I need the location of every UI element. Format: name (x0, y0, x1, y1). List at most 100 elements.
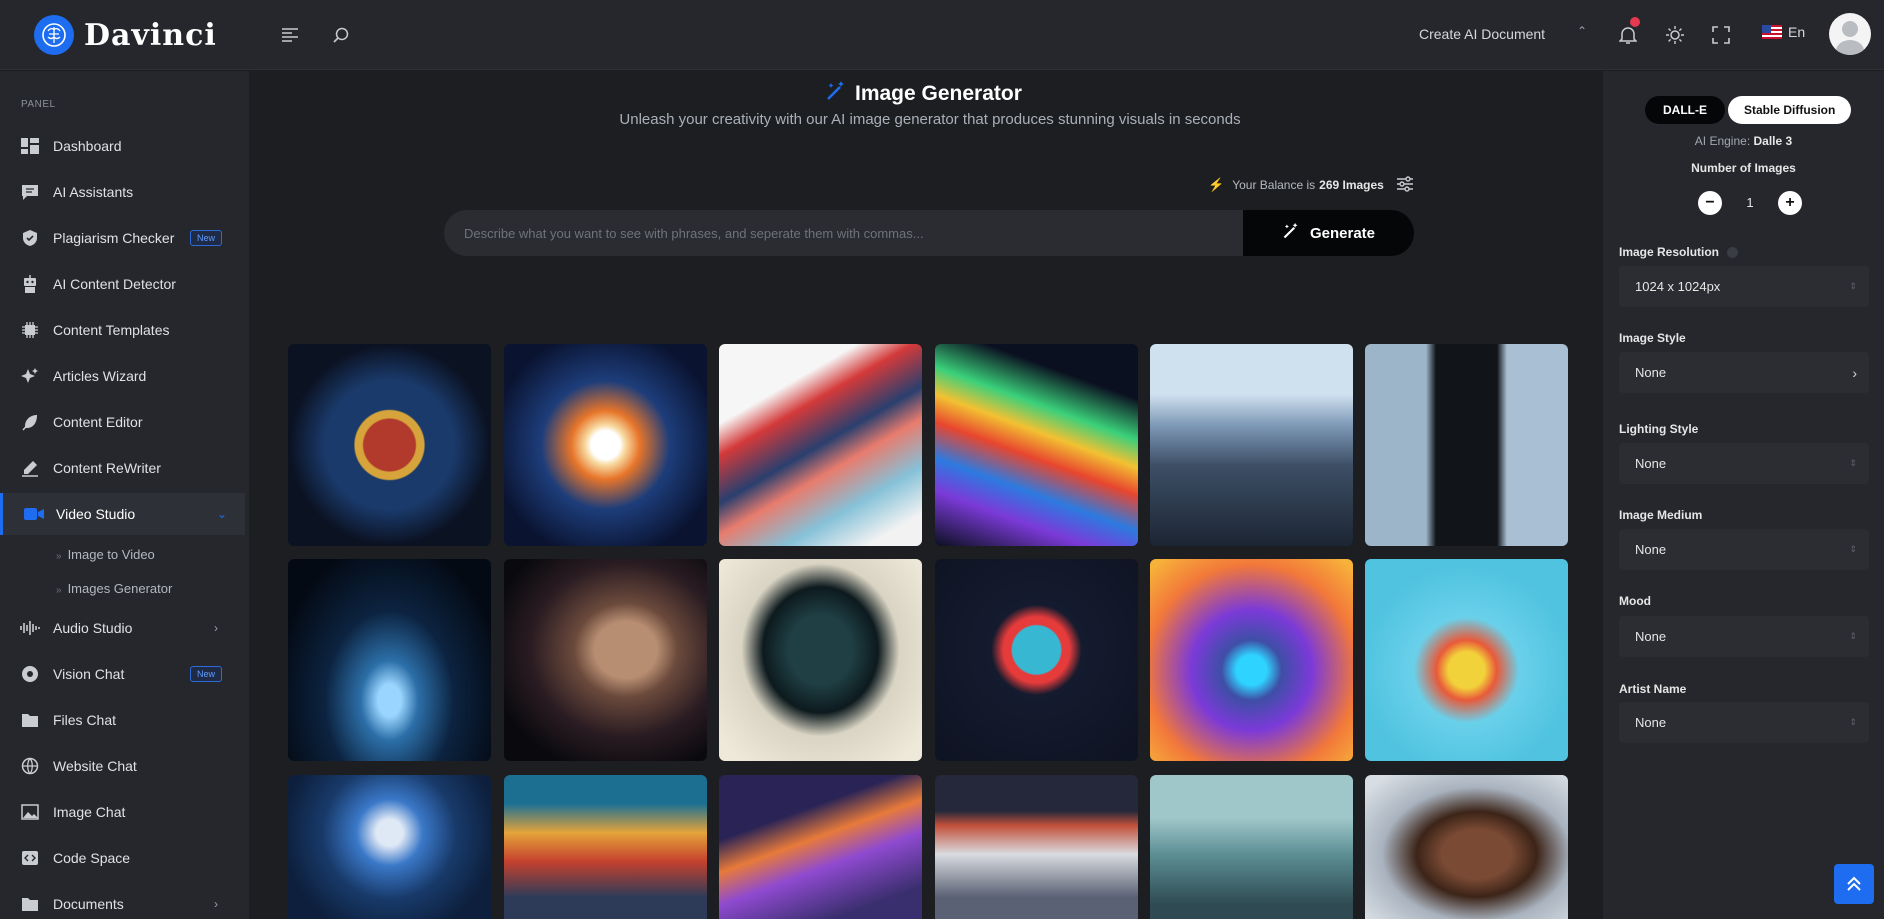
bell-icon[interactable] (1617, 24, 1639, 46)
magic-wand-icon (825, 80, 847, 107)
select-caret-icon: ⇕ (1849, 544, 1857, 554)
gallery-image[interactable] (935, 344, 1138, 546)
image-style-label: Image Style (1619, 331, 1686, 345)
gallery-image[interactable] (719, 559, 922, 761)
sidebar-item-label: Video Studio (56, 506, 136, 522)
gallery-image[interactable] (935, 559, 1138, 761)
sidebar-item-vision-chat[interactable]: Vision Chat New (0, 653, 245, 695)
gallery-image[interactable] (288, 775, 491, 919)
sidebar-item-label: Content Editor (53, 414, 143, 430)
generate-button[interactable]: Generate (1243, 210, 1414, 256)
sidebar-item-label: Files Chat (53, 712, 117, 728)
gallery-image[interactable] (1150, 775, 1353, 919)
sidebar-item-label: Vision Chat (53, 666, 125, 682)
menu-toggle-icon[interactable] (279, 24, 301, 46)
sidebar-item-label: Website Chat (53, 758, 137, 774)
prompt-input[interactable] (464, 210, 1224, 256)
image-medium-label: Image Medium (1619, 508, 1703, 522)
audio-icon (20, 618, 40, 638)
sidebar-item-content-rewriter[interactable]: Content ReWriter (0, 447, 245, 489)
language-selector[interactable]: En (1762, 24, 1805, 40)
sidebar-item-audio-studio[interactable]: Audio Studio › (0, 607, 245, 649)
sidebar-item-articles-wizard[interactable]: Articles Wizard (0, 355, 245, 397)
chevron-up-icon[interactable]: ⌃ (1577, 24, 1587, 38)
create-ai-document-link[interactable]: Create AI Document (1419, 26, 1545, 42)
mood-label: Mood (1619, 594, 1651, 608)
code-icon (20, 848, 40, 868)
gallery-image[interactable] (1365, 775, 1568, 919)
page-subtitle: Unleash your creativity with our AI imag… (619, 111, 1241, 128)
chevron-right-icon: › (214, 621, 218, 635)
increment-button[interactable]: + (1778, 191, 1802, 215)
sidebar-item-ai-content-detector[interactable]: AI Content Detector (0, 263, 245, 305)
balance-value: 269 Images (1319, 178, 1384, 192)
sidebar-subitem-image-to-video[interactable]: » Image to Video (56, 547, 155, 562)
user-avatar[interactable] (1829, 13, 1871, 55)
ai-engine-info: AI Engine: Dalle 3 (1694, 134, 1793, 148)
artist-name-select[interactable]: None ⇕ (1619, 702, 1869, 743)
page-title: Image Generator (855, 81, 1022, 105)
engine-toggle: DALL-E Stable Diffusion (1645, 96, 1852, 124)
image-style-select[interactable]: None › (1619, 352, 1869, 393)
gallery-image[interactable] (504, 559, 707, 761)
sidebar-item-image-chat[interactable]: Image Chat (0, 791, 245, 833)
top-header: Davinci Create AI Document ⌃ En (0, 0, 1884, 70)
gallery-image[interactable] (719, 775, 922, 919)
sidebar: PANEL Dashboard AI Assistants Plagiarism… (0, 71, 249, 919)
sidebar-item-label: AI Content Detector (53, 276, 176, 292)
gallery-image[interactable] (1150, 344, 1353, 546)
us-flag-icon (1762, 25, 1782, 39)
tab-dall-e[interactable]: DALL-E (1645, 96, 1725, 124)
select-caret-icon: ⇕ (1849, 717, 1857, 727)
notification-dot (1630, 17, 1640, 27)
chat-icon (20, 182, 40, 202)
info-icon[interactable] (1727, 247, 1739, 259)
search-icon[interactable] (330, 24, 352, 46)
sidebar-item-ai-assistants[interactable]: AI Assistants (0, 171, 245, 213)
sliders-icon[interactable] (1396, 175, 1414, 193)
gallery-image[interactable] (719, 344, 922, 546)
gallery-image[interactable] (1365, 559, 1568, 761)
gallery-image[interactable] (1150, 559, 1353, 761)
chevron-down-icon: ⌄ (217, 507, 228, 521)
sidebar-subitem-images-generator[interactable]: » Images Generator (56, 581, 172, 596)
scroll-to-top-button[interactable] (1834, 864, 1874, 904)
sidebar-item-content-templates[interactable]: Content Templates (0, 309, 245, 351)
gallery-image[interactable] (935, 775, 1138, 919)
sidebar-item-files-chat[interactable]: Files Chat (0, 699, 245, 741)
gallery-image[interactable] (504, 775, 707, 919)
folder-icon (20, 710, 40, 730)
sidebar-item-dashboard[interactable]: Dashboard (0, 125, 245, 167)
number-of-images-label: Number of Images (1691, 161, 1796, 175)
sidebar-item-label: Plagiarism Checker (53, 230, 175, 246)
sidebar-item-label: Audio Studio (53, 620, 133, 636)
fullscreen-icon[interactable] (1710, 24, 1732, 46)
sidebar-item-label: Content ReWriter (53, 460, 161, 476)
sidebar-item-label: Documents (53, 896, 124, 912)
sidebar-item-plagiarism-checker[interactable]: Plagiarism Checker New (0, 217, 245, 259)
artist-name-label: Artist Name (1619, 682, 1687, 696)
image-medium-select[interactable]: None ⇕ (1619, 529, 1869, 570)
app-logo[interactable]: Davinci (34, 15, 217, 55)
sidebar-item-video-studio[interactable]: Video Studio ⌄ (0, 493, 245, 535)
number-of-images-value[interactable]: 1 (1740, 195, 1760, 210)
video-icon (24, 504, 44, 524)
gallery-image[interactable] (1365, 344, 1568, 546)
sidebar-item-documents[interactable]: Documents › (0, 883, 245, 919)
sidebar-item-label: Content Templates (53, 322, 170, 338)
mood-select[interactable]: None ⇕ (1619, 616, 1869, 657)
sidebar-item-code-space[interactable]: Code Space (0, 837, 245, 879)
gallery-image[interactable] (288, 344, 491, 546)
sun-icon[interactable] (1664, 24, 1686, 46)
lighting-style-select[interactable]: None ⇕ (1619, 443, 1869, 484)
ai-engine-value: Dalle 3 (1753, 134, 1793, 148)
tab-stable-diffusion[interactable]: Stable Diffusion (1728, 96, 1852, 124)
feather-icon (20, 412, 40, 432)
sidebar-item-content-editor[interactable]: Content Editor (0, 401, 245, 443)
image-resolution-select[interactable]: 1024 x 1024px ⇕ (1619, 266, 1869, 307)
sidebar-item-website-chat[interactable]: Website Chat (0, 745, 245, 787)
chevron-right-icon: › (1852, 364, 1857, 381)
gallery-image[interactable] (504, 344, 707, 546)
decrement-button[interactable]: − (1698, 191, 1722, 215)
gallery-image[interactable] (288, 559, 491, 761)
